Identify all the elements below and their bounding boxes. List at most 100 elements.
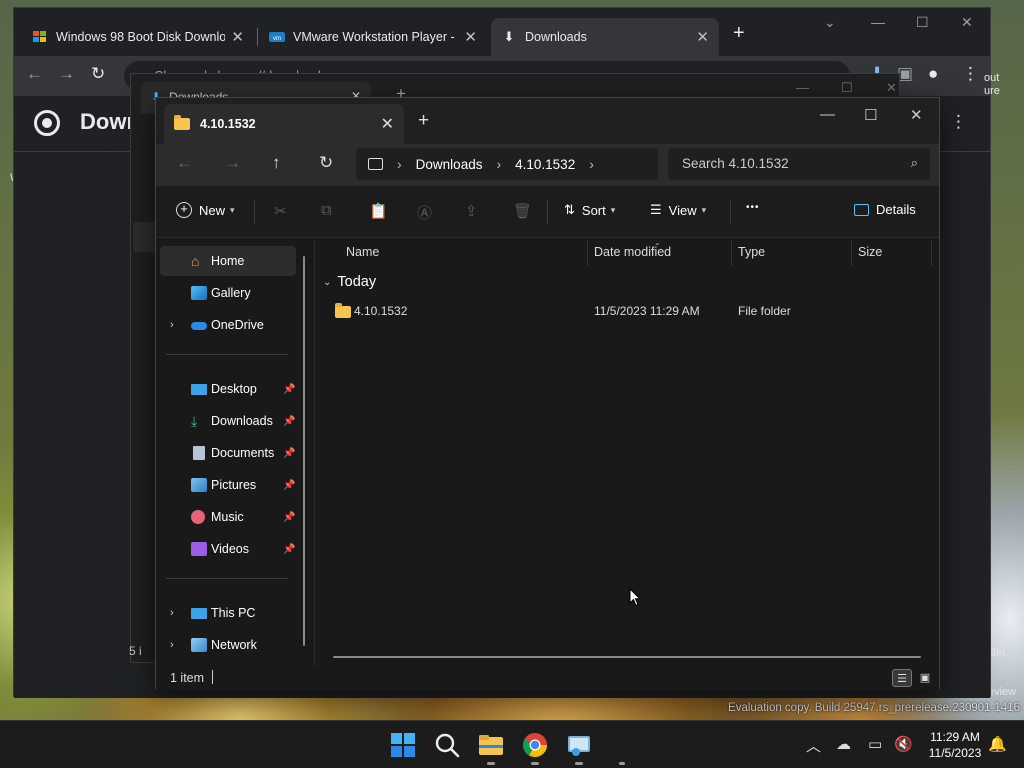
more-options-icon[interactable]: ⋮ bbox=[950, 112, 967, 132]
group-header-today[interactable]: ⌄ Today bbox=[323, 274, 376, 290]
volume-muted-icon[interactable]: 🔇 bbox=[894, 735, 913, 753]
share-icon[interactable]: ⇪ bbox=[465, 202, 478, 220]
chevron-right-icon[interactable]: › bbox=[170, 639, 174, 651]
search-input[interactable]: Search 4.10.1532 ⌕ bbox=[668, 148, 930, 180]
network-icon[interactable]: ▭ bbox=[868, 735, 882, 753]
chevron-up-icon[interactable]: ︿ bbox=[806, 735, 821, 756]
minimize-icon[interactable]: — bbox=[871, 14, 885, 30]
details-view-toggle-icon[interactable]: ☰ bbox=[892, 669, 912, 687]
view-button[interactable]: ☰ View ▾ bbox=[650, 202, 706, 218]
column-header-size[interactable]: Size bbox=[858, 245, 882, 259]
sidebar-item-label: Documents bbox=[211, 446, 275, 460]
reload-icon[interactable]: ↻ bbox=[91, 64, 105, 84]
search-icon[interactable] bbox=[433, 731, 461, 759]
new-tab-button[interactable]: + bbox=[418, 110, 429, 132]
chrome-tab-vmware[interactable]: vm VMware Workstation Player - V ✕ bbox=[259, 18, 487, 56]
control-panel-icon[interactable] bbox=[565, 731, 593, 759]
copy-icon[interactable]: ⧉ bbox=[321, 202, 332, 219]
sidebar-item-desktop[interactable]: Desktop 📌 bbox=[160, 374, 296, 404]
column-separator[interactable] bbox=[587, 240, 588, 266]
chrome-icon[interactable] bbox=[521, 731, 549, 759]
column-separator[interactable] bbox=[731, 240, 732, 266]
sidebar-item-pictures[interactable]: Pictures 📌 bbox=[160, 470, 296, 500]
sidebar-item-this-pc[interactable]: › This PC bbox=[160, 598, 296, 628]
refresh-icon[interactable]: ↻ bbox=[319, 153, 333, 173]
table-row[interactable]: 4.10.1532 11/5/2023 11:29 AM File folder bbox=[315, 298, 925, 324]
column-separator[interactable] bbox=[851, 240, 852, 266]
file-explorer-icon[interactable] bbox=[477, 731, 505, 759]
chevron-right-icon[interactable]: › bbox=[170, 319, 174, 331]
cut-icon[interactable]: ✂ bbox=[274, 202, 287, 220]
up-arrow-icon[interactable]: ↑ bbox=[272, 153, 281, 173]
close-window-icon[interactable]: ✕ bbox=[886, 80, 897, 96]
sidebar-scrollbar[interactable] bbox=[303, 256, 305, 646]
pin-icon[interactable]: 📌 bbox=[283, 448, 295, 459]
minimize-icon[interactable]: — bbox=[820, 106, 835, 123]
chrome-tab-windows98[interactable]: Windows 98 Boot Disk Downloa ✕ bbox=[22, 18, 254, 56]
address-bar[interactable]: › Downloads › 4.10.1532 › bbox=[356, 148, 658, 180]
onedrive-offline-icon[interactable]: ☁ bbox=[836, 735, 851, 753]
maximize-icon[interactable]: ☐ bbox=[916, 14, 929, 31]
maximize-icon[interactable]: ☐ bbox=[841, 80, 853, 96]
pin-icon[interactable]: 📌 bbox=[283, 512, 295, 523]
more-options-button[interactable]: ••• bbox=[746, 202, 760, 213]
details-button[interactable]: Details bbox=[854, 202, 916, 217]
chevron-right-icon[interactable]: › bbox=[170, 607, 174, 619]
paste-icon[interactable]: 📋 bbox=[369, 202, 388, 220]
back-arrow-icon[interactable]: ← bbox=[26, 64, 43, 84]
minimize-icon[interactable]: — bbox=[796, 80, 809, 95]
sidebar-item-videos[interactable]: Videos 📌 bbox=[160, 534, 296, 564]
system-clock[interactable]: 11:29 AM 11/5/2023 bbox=[920, 729, 990, 761]
pin-icon[interactable]: 📌 bbox=[283, 384, 295, 395]
pin-icon[interactable]: 📌 bbox=[283, 480, 295, 491]
pin-icon[interactable]: 📌 bbox=[283, 544, 295, 555]
close-icon[interactable]: ✕ bbox=[464, 28, 477, 46]
command-separator bbox=[254, 200, 255, 224]
forward-arrow-icon[interactable]: → bbox=[58, 64, 75, 84]
close-window-icon[interactable]: ✕ bbox=[961, 14, 973, 31]
new-tab-button[interactable]: + bbox=[733, 22, 745, 45]
breadcrumb-downloads[interactable]: Downloads bbox=[416, 157, 483, 172]
file-list: Name Date modified ⌄ Type Size ⌄ Today 4… bbox=[315, 238, 939, 666]
profile-icon[interactable]: ● bbox=[928, 64, 938, 84]
sidebar-item-music[interactable]: Music 📌 bbox=[160, 502, 296, 532]
tab-search-icon[interactable]: ⌄ bbox=[824, 14, 836, 31]
chrome-tab-downloads[interactable]: ⬇ Downloads ✕ bbox=[491, 18, 719, 56]
menu-dots-icon[interactable]: ⋮ bbox=[962, 64, 979, 84]
column-header-date-modified[interactable]: Date modified bbox=[594, 245, 671, 259]
downloads-icon: ⤓ bbox=[191, 413, 198, 429]
column-separator[interactable] bbox=[931, 240, 932, 266]
close-icon[interactable]: ✕ bbox=[231, 28, 244, 46]
notification-bell-icon[interactable]: 🔔 bbox=[988, 735, 1007, 753]
maximize-icon[interactable]: ☐ bbox=[864, 106, 877, 124]
sort-button[interactable]: ⇅ Sort ▾ bbox=[564, 202, 615, 218]
clock-date: 11/5/2023 bbox=[928, 746, 982, 760]
sidebar-item-downloads[interactable]: ⤓ Downloads 📌 bbox=[160, 406, 296, 436]
view-button-label: View bbox=[668, 202, 697, 218]
column-header-type[interactable]: Type bbox=[738, 245, 765, 259]
back-arrow-icon[interactable]: ← bbox=[176, 153, 193, 173]
sidebar-item-home[interactable]: ⌂ Home bbox=[160, 246, 296, 276]
close-icon[interactable]: ✕ bbox=[381, 114, 394, 134]
sidebar-item-network[interactable]: › Network bbox=[160, 630, 296, 660]
pin-icon[interactable]: 📌 bbox=[283, 416, 295, 427]
delete-icon[interactable]: 🗑 bbox=[513, 202, 532, 220]
close-icon[interactable]: ✕ bbox=[696, 28, 709, 46]
pictures-icon bbox=[191, 478, 207, 492]
search-icon: ⌕ bbox=[910, 155, 918, 170]
sidebar-item-label: Pictures bbox=[211, 478, 257, 492]
start-windows-icon[interactable] bbox=[389, 731, 417, 759]
new-button[interactable]: + New ▾ bbox=[176, 202, 235, 218]
large-icons-view-toggle-icon[interactable]: ▣ bbox=[915, 669, 935, 687]
explorer-tab[interactable]: 4.10.1532 ✕ bbox=[164, 104, 404, 144]
column-header-name[interactable]: Name bbox=[346, 245, 379, 259]
sidebar-item-onedrive[interactable]: › OneDrive bbox=[160, 310, 296, 340]
forward-arrow-icon[interactable]: → bbox=[224, 153, 241, 173]
sidebar-item-gallery[interactable]: Gallery bbox=[160, 278, 296, 308]
sidebar-item-documents[interactable]: Documents 📌 bbox=[160, 438, 296, 468]
horizontal-scrollbar[interactable] bbox=[333, 656, 921, 658]
close-window-icon[interactable]: ✕ bbox=[910, 106, 923, 124]
rename-icon[interactable]: Ⓐ bbox=[417, 202, 432, 223]
chevron-right-icon[interactable]: › bbox=[589, 156, 594, 172]
breadcrumb-current[interactable]: 4.10.1532 bbox=[515, 157, 575, 172]
